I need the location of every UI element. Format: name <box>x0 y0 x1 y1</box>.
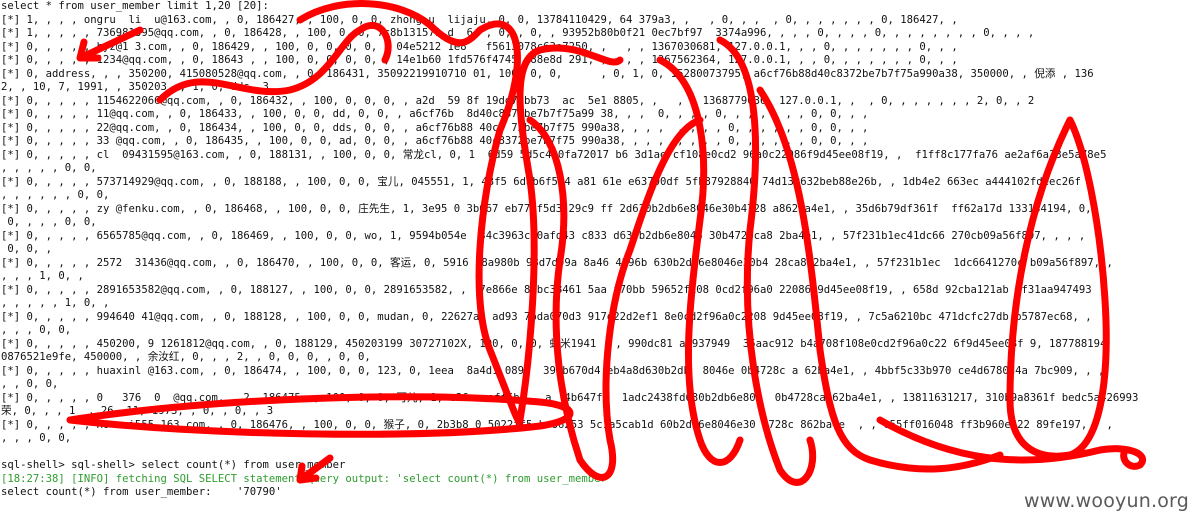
sql-command-line: select * from user_member limit 1,20 [20… <box>1 0 269 12</box>
result-row: [*] 0, , , , , 450200, 9 1261812@qq.com,… <box>1 337 1107 350</box>
result-row: [*] 0, , , , , 11@qq.com, , 0, 186433, ,… <box>1 108 869 120</box>
result-row: [*] 0, , , , , 33 @qq.com, , 0, 186435, … <box>1 135 869 147</box>
result-row: , , , 0, 0, <box>1 324 72 336</box>
result-row: [*] 0, , , , , 0 376 0 @qq.com, , 2, 186… <box>1 391 1139 404</box>
result-row: [*] 0, , , , , cl 09431595@163.com, , 0,… <box>1 148 1107 161</box>
result-row: [*] 0, , , , , 1234@qq.com, , 0, 18643 ,… <box>1 54 958 66</box>
result-row: [*] 0, , , , , 2572 31436@qq.com, , 0, 1… <box>1 256 1113 269</box>
result-row: [*] 0, , , , , 6565785@qq.com, , 0, 1864… <box>1 229 1086 242</box>
info-log-line: [18:27:38] [INFO] fetching SQL SELECT st… <box>1 472 614 485</box>
terminal-window[interactable]: select * from user_member limit 1,20 [20… <box>0 0 1201 518</box>
result-row: , , , , , , 0, 0, <box>1 189 110 201</box>
result-row: [*] 0, address, , , 350200, 415080528@qq… <box>1 67 1094 80</box>
result-row: [*] 0, , , , , huaxinl @163.com, , 0, 18… <box>1 364 1105 377</box>
result-row: [*] 0, , , , , zy @fenku.com, , 0, 18646… <box>1 202 1092 215</box>
result-row: , , 0, 0, <box>1 378 59 390</box>
result-row: [*] 0, , , , , 573714929@qq.com, , 0, 18… <box>1 175 1081 188</box>
result-row: [*] 0, , , , , hyz@1 3.com, , 0, 186429,… <box>1 40 958 53</box>
result-row: , , , 1, 0, , <box>1 270 84 282</box>
result-row: 0, 0, , <box>1 243 53 255</box>
result-row: 2, , 10, 7, 1991, , 350203, , 1, 0, dds,… <box>1 81 269 93</box>
result-row: [*] 0, , , , , Ho zi555 163.com, , 0, 18… <box>1 418 1113 431</box>
result-row: 0876521e9fe, 450000, , 余汝红, 0, , , 2, , … <box>1 351 371 363</box>
watermark-text: www.wooyun.org <box>1023 489 1189 512</box>
result-row: 0, , , , 0, 0, <box>1 216 97 228</box>
sql-shell-prompt: sql-shell> sql-shell> select count(*) fr… <box>1 459 346 471</box>
count-result-line: select count(*) from user_member: '70790… <box>1 486 282 498</box>
result-row: [*] 1, , , , ongru li u@163.com, , 0, 18… <box>1 13 958 26</box>
result-row: 荣, 0, , , 1 , 26, 11, 1973, , 0, , 0, , … <box>1 405 274 417</box>
result-row: [*] 0, , , , , 994640 41@qq.com, , 0, 18… <box>1 310 1092 323</box>
result-row: , , , , , 0, 0, <box>1 162 97 174</box>
result-row: [*] 0, , , , , 22@qq.com, , 0, 186434, ,… <box>1 121 869 134</box>
result-row: , , , 0, 0, <box>1 432 72 444</box>
result-row: [*] 0, , , , , 1154622066@qq.com, , 0, 1… <box>1 94 1035 107</box>
result-row: [*] 0, , , , , 2891653582@qq.com, , 0, 1… <box>1 283 1092 296</box>
result-row: , , , , , 1, 0, , <box>1 297 110 309</box>
result-row: [*] 1, , , , , 736981395@qq.com, , 0, 18… <box>1 27 1035 39</box>
